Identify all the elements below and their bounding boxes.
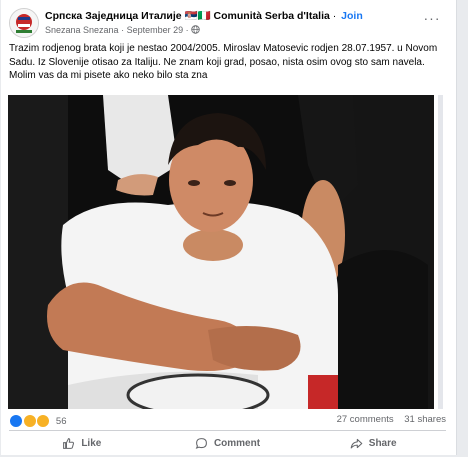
- reaction-count: 56: [55, 415, 67, 427]
- share-label: Share: [368, 437, 397, 449]
- image-scrollbar-thumb[interactable]: [438, 95, 443, 409]
- share-button[interactable]: Share: [300, 433, 446, 453]
- post-date-link[interactable]: September 29: [127, 25, 184, 35]
- post-stats: 56 27 comments 31 shares: [9, 414, 446, 428]
- separator: ·: [185, 25, 189, 35]
- image-scrollbar[interactable]: [438, 95, 443, 409]
- author-name-link[interactable]: Snezana Snezana: [45, 25, 119, 35]
- reactions-summary[interactable]: 56: [9, 414, 67, 428]
- globe-icon: [191, 25, 200, 34]
- like-reaction-icon: [9, 414, 23, 428]
- feed-post: Српска Заједница Италије 🇷🇸🇮🇹 Comunità S…: [1, 0, 457, 455]
- care-reaction-icon: [22, 414, 37, 428]
- actions-divider: [9, 430, 446, 431]
- join-button[interactable]: Join: [341, 10, 363, 22]
- sad-reaction-icon: [36, 414, 51, 428]
- post-photo[interactable]: [8, 95, 434, 409]
- post-header: Српска Заједница Италије 🇷🇸🇮🇹 Comunità S…: [9, 8, 448, 40]
- more-options-button[interactable]: ···: [422, 11, 442, 28]
- post-meta: Snezana Snezana · September 29 ·: [45, 23, 408, 37]
- post-actions: Like Comment Share: [9, 433, 446, 453]
- like-label: Like: [81, 437, 102, 449]
- comment-bubble-icon: [195, 437, 207, 449]
- shares-count-link[interactable]: 31 shares: [404, 414, 446, 425]
- separator: ·: [121, 25, 125, 35]
- like-button[interactable]: Like: [9, 433, 155, 453]
- comment-button[interactable]: Comment: [155, 433, 301, 453]
- photo-image: [8, 95, 434, 409]
- post-header-text: Српска Заједница Италије 🇷🇸🇮🇹 Comunità S…: [45, 9, 408, 37]
- comments-shares: 27 comments 31 shares: [329, 414, 446, 425]
- group-line: Српска Заједница Италије 🇷🇸🇮🇹 Comunità S…: [45, 9, 408, 23]
- separator: ·: [332, 10, 337, 22]
- group-name-link[interactable]: Српска Заједница Италије 🇷🇸🇮🇹 Comunità S…: [45, 10, 330, 22]
- comments-count-link[interactable]: 27 comments: [337, 414, 394, 425]
- comment-label: Comment: [213, 437, 261, 449]
- thumbs-up-icon: [63, 437, 75, 449]
- group-avatar[interactable]: [9, 8, 39, 38]
- post-body-text: Trazim rodjenog brata koji je nestao 200…: [9, 43, 438, 81]
- share-arrow-icon: [350, 438, 363, 448]
- group-logo-icon: [10, 9, 38, 37]
